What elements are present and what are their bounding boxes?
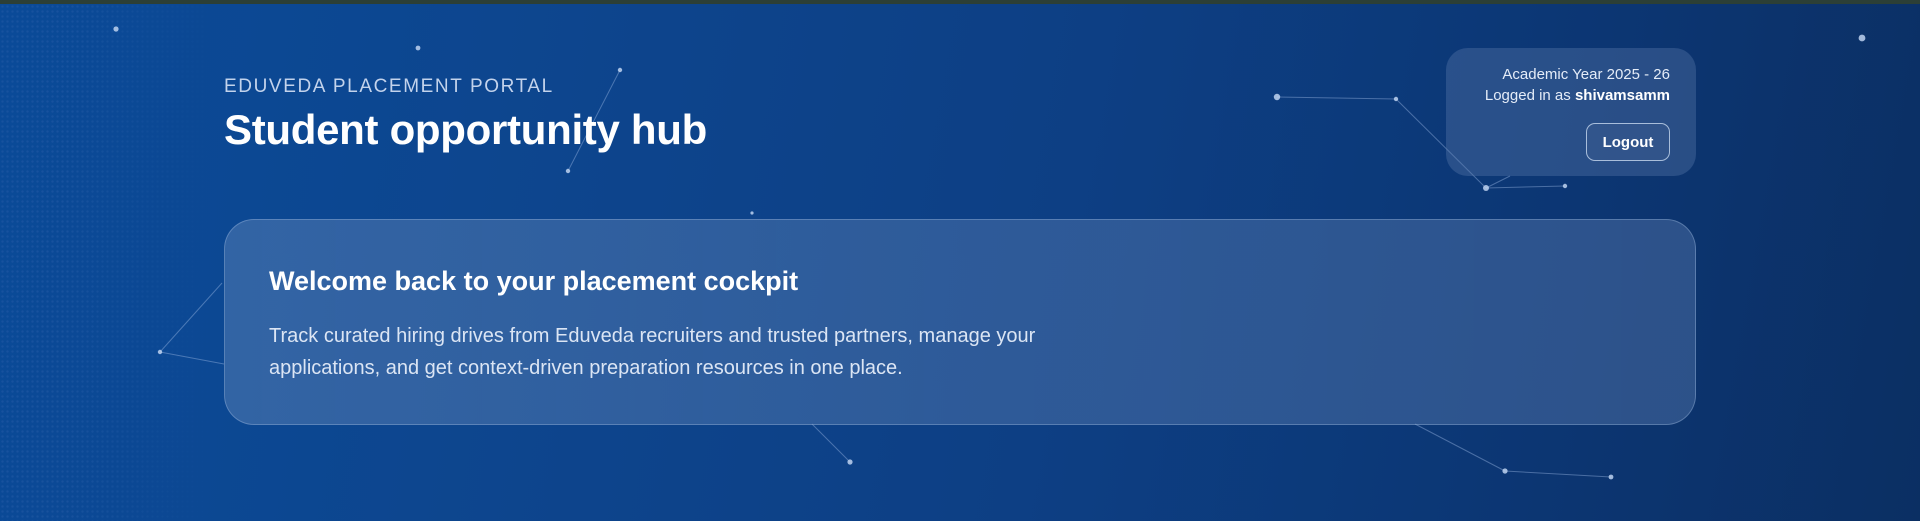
portal-eyebrow: EDUVEDA PLACEMENT PORTAL <box>224 76 554 97</box>
hero-banner: EDUVEDA PLACEMENT PORTAL Student opportu… <box>0 4 1920 521</box>
page-title: Student opportunity hub <box>224 106 707 153</box>
logged-in-status: Logged in as shivamsamm <box>1466 85 1670 106</box>
username: shivamsamm <box>1574 87 1670 104</box>
academic-year: Academic Year 2025 - 26 <box>1502 66 1670 83</box>
welcome-card: Welcome back to your placement cockpit T… <box>224 219 1696 425</box>
account-card: Academic Year 2025 - 26 Logged in as shi… <box>1446 48 1696 176</box>
welcome-description: Track curated hiring drives from Eduveda… <box>269 325 1036 379</box>
welcome-title: Welcome back to your placement cockpit <box>269 266 799 296</box>
logged-in-prefix: Logged in as <box>1484 87 1575 104</box>
logout-button[interactable]: Logout <box>1586 123 1670 161</box>
